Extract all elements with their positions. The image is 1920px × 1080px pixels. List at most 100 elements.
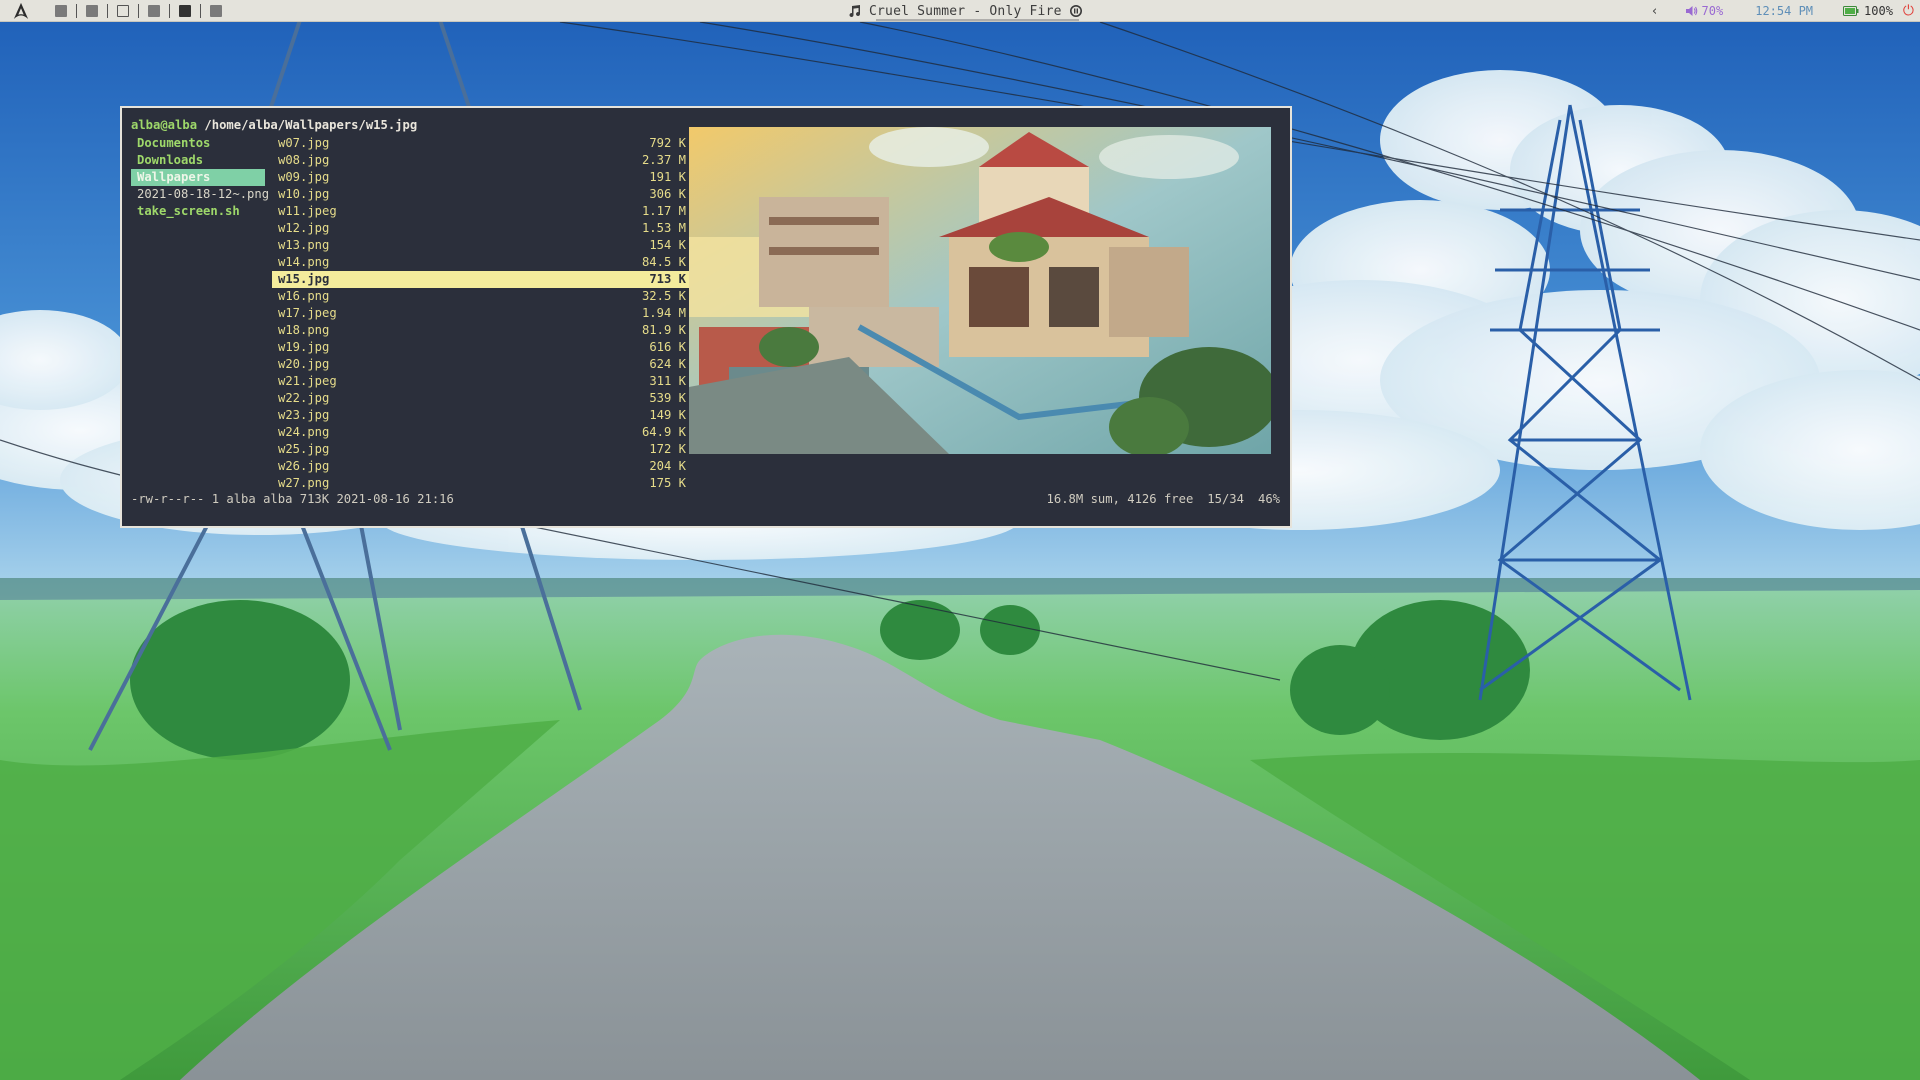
power-icon[interactable]: ⏻ xyxy=(1903,3,1914,19)
file-name: w16.png xyxy=(278,289,330,303)
directory-status: 16.8M sum, 4126 free 15/34 46% xyxy=(1047,492,1280,506)
parent-item[interactable]: Wallpapers xyxy=(131,169,265,186)
file-name: w20.jpg xyxy=(278,357,330,371)
file-name: w07.jpg xyxy=(278,136,330,150)
file-size: 616 K xyxy=(649,340,686,354)
file-size: 1.53 M xyxy=(641,221,686,235)
file-size: 204 K xyxy=(649,459,686,473)
file-row[interactable]: w23.jpg 149 K xyxy=(272,407,690,424)
speaker-icon xyxy=(1685,6,1697,16)
file-size: 81.9 K xyxy=(641,323,686,337)
pause-circle-icon[interactable] xyxy=(1069,4,1083,18)
file-row[interactable]: w22.jpg 539 K xyxy=(272,390,690,407)
file-size: 792 K xyxy=(649,136,686,150)
file-name: w11.jpeg xyxy=(278,204,337,218)
file-row[interactable]: w08.jpg 2.37 M xyxy=(272,152,690,169)
file-name: w25.jpg xyxy=(278,442,330,456)
file-name: w15.jpg xyxy=(278,272,330,286)
file-size: 713 K xyxy=(649,272,686,286)
file-size: 539 K xyxy=(649,391,686,405)
file-name: w27.png xyxy=(278,476,330,490)
file-size: 306 K xyxy=(649,187,686,201)
workspace-5[interactable] xyxy=(170,5,200,17)
file-row[interactable]: w10.jpg 306 K xyxy=(272,186,690,203)
file-size: 311 K xyxy=(649,374,686,388)
image-preview-pane xyxy=(689,127,1271,454)
volume-indicator[interactable]: 70% xyxy=(1685,4,1724,18)
workspace-1[interactable] xyxy=(46,5,76,17)
parent-item[interactable]: 2021-08-18-12~.png xyxy=(131,186,269,203)
file-name: w18.png xyxy=(278,323,330,337)
battery-value: 100% xyxy=(1864,4,1893,18)
file-row[interactable]: w16.png 32.5 K xyxy=(272,288,690,305)
parent-item[interactable]: Documentos xyxy=(131,135,265,152)
ranger-title-bar: alba@alba /home/alba/Wallpapers/w15.jpg xyxy=(131,118,417,132)
file-size: 32.5 K xyxy=(641,289,686,303)
file-row[interactable]: w07.jpg 792 K xyxy=(272,135,690,152)
file-name: w10.jpg xyxy=(278,187,330,201)
file-size: 172 K xyxy=(649,442,686,456)
file-row[interactable]: w25.jpg 172 K xyxy=(272,441,690,458)
battery-indicator[interactable]: 100% xyxy=(1843,4,1893,18)
ranger-file-manager-window[interactable]: alba@alba /home/alba/Wallpapers/w15.jpg … xyxy=(120,106,1292,528)
file-row[interactable]: w14.png 84.5 K xyxy=(272,254,690,271)
system-tray: ‹ 70% 12:54 PM 100% ⏻ xyxy=(1651,0,1920,22)
file-row[interactable]: w27.png 175 K xyxy=(272,475,690,492)
battery-icon xyxy=(1843,6,1859,16)
file-name: w24.png xyxy=(278,425,330,439)
file-size: 175 K xyxy=(649,476,686,490)
now-playing-progress xyxy=(876,19,1079,21)
file-name: w13.png xyxy=(278,238,330,252)
file-row[interactable]: w13.png 154 K xyxy=(272,237,690,254)
tray-expand-arrow[interactable]: ‹ xyxy=(1651,4,1659,19)
workspace-2[interactable] xyxy=(77,5,107,17)
file-name: w26.jpg xyxy=(278,459,330,473)
parent-directory-column: Documentos Downloads Wallpapers 2021-08-18-… xyxy=(131,135,269,220)
file-row[interactable]: w11.jpeg 1.17 M xyxy=(272,203,690,220)
file-size: 191 K xyxy=(649,170,686,184)
parent-item[interactable]: take_screen.sh xyxy=(131,203,265,220)
parent-item[interactable]: Downloads xyxy=(131,152,265,169)
file-name: w22.jpg xyxy=(278,391,330,405)
file-row[interactable]: w18.png 81.9 K xyxy=(272,322,690,339)
current-path: /home/alba/Wallpapers/w15.jpg xyxy=(204,118,418,132)
file-row[interactable]: w21.jpeg 311 K xyxy=(272,373,690,390)
file-list-column: w07.jpg 792 K w08.jpg 2.37 M w09.jpg 191 K w10… xyxy=(272,135,690,492)
file-row[interactable]: w15.jpg 713 K xyxy=(272,271,690,288)
music-note-icon xyxy=(849,5,861,18)
file-name: w19.jpg xyxy=(278,340,330,354)
file-row[interactable]: w20.jpg 624 K xyxy=(272,356,690,373)
file-name: w14.png xyxy=(278,255,330,269)
workspace-3[interactable] xyxy=(108,5,138,17)
file-name: w09.jpg xyxy=(278,170,330,184)
file-info-status: -rw-r--r-- 1 alba alba 713K 2021-08-16 2… xyxy=(131,492,454,506)
volume-value: 70% xyxy=(1701,4,1724,18)
arch-logo-icon[interactable] xyxy=(12,2,30,20)
scroll-percent-status: 46% xyxy=(1257,492,1280,506)
now-playing[interactable]: Cruel Summer - Only Fire xyxy=(848,0,1083,22)
file-size: 624 K xyxy=(649,357,686,371)
workspace-4[interactable] xyxy=(139,5,169,17)
preview-image xyxy=(689,127,1271,454)
file-size: 84.5 K xyxy=(641,255,686,269)
workspace-switcher xyxy=(12,0,231,22)
file-size: 149 K xyxy=(649,408,686,422)
position-status: 15/34 xyxy=(1207,492,1244,506)
file-name: w08.jpg xyxy=(278,153,330,167)
file-row[interactable]: w09.jpg 191 K xyxy=(272,169,690,186)
file-row[interactable]: w26.jpg 204 K xyxy=(272,458,690,475)
file-row[interactable]: w12.jpg 1.53 M xyxy=(272,220,690,237)
file-row[interactable]: w17.jpeg 1.94 M xyxy=(272,305,690,322)
file-row[interactable]: w24.png 64.9 K xyxy=(272,424,690,441)
file-row[interactable]: w19.jpg 616 K xyxy=(272,339,690,356)
file-size: 1.94 M xyxy=(641,306,686,320)
top-panel: Cruel Summer - Only Fire ‹ 70% 12:54 PM … xyxy=(0,0,1920,22)
clock[interactable]: 12:54 PM xyxy=(1755,4,1813,18)
disk-usage-status: 16.8M sum, 4126 free xyxy=(1046,492,1194,506)
file-name: w12.jpg xyxy=(278,221,330,235)
user-host: alba@alba xyxy=(131,118,198,132)
file-size: 64.9 K xyxy=(641,425,686,439)
workspace-6[interactable] xyxy=(201,5,231,17)
file-size: 1.17 M xyxy=(641,204,686,218)
file-size: 154 K xyxy=(649,238,686,252)
